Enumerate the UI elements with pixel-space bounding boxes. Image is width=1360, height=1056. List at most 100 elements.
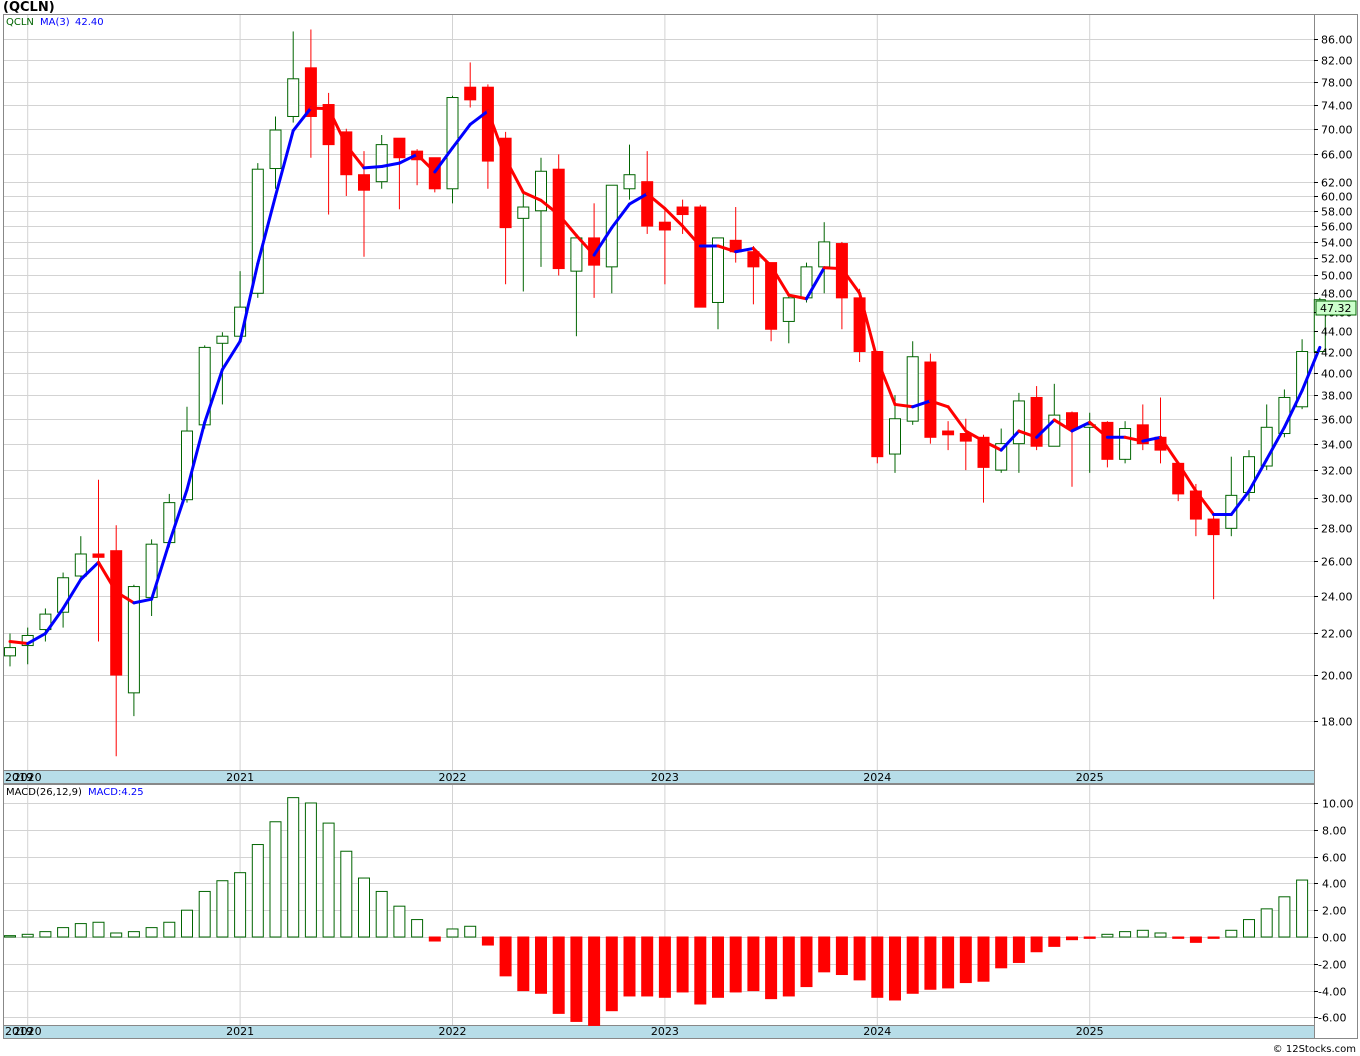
macd-bar-negative xyxy=(942,936,955,989)
macd-bar-positive xyxy=(411,919,424,938)
candle-body-down xyxy=(641,181,654,227)
candle-body-up xyxy=(570,237,583,272)
macd-bar-positive xyxy=(4,935,16,938)
macd-legend-name: MACD(26,12,9) xyxy=(6,787,82,798)
macd-bar-negative xyxy=(570,936,583,1022)
price-legend-ma-value: 42.40 xyxy=(75,17,104,28)
candle-body-up xyxy=(375,144,388,183)
x-tick-label: 2022 xyxy=(439,1025,467,1038)
macd-y-tick-label: 6.00 xyxy=(1322,852,1347,865)
y-tick-label: 58.00 xyxy=(1321,206,1353,219)
macd-bar-negative xyxy=(747,936,760,992)
ma-segment-falling xyxy=(8,639,30,646)
macd-bar-negative xyxy=(1030,936,1043,953)
ma-segment-falling xyxy=(309,106,331,111)
x-tick-label: 2024 xyxy=(863,1025,891,1038)
macd-bar-positive xyxy=(446,928,459,938)
y-tick-label: 54.00 xyxy=(1321,237,1353,250)
candle-body-up xyxy=(889,418,901,455)
macd-y-tick-label: -4.00 xyxy=(1318,986,1346,999)
macd-bar-positive xyxy=(1296,879,1309,938)
candle-body-up xyxy=(906,356,919,422)
macd-bar-negative xyxy=(818,936,831,973)
ma-segment-rising xyxy=(362,164,384,170)
candle-body-down xyxy=(358,174,370,191)
macd-bar-positive xyxy=(375,890,388,938)
macd-bar-positive xyxy=(358,877,370,938)
macd-bar-positive xyxy=(110,932,123,938)
candle-body-up xyxy=(782,297,795,322)
macd-bar-negative xyxy=(1207,936,1220,939)
y-tick-label: 44.00 xyxy=(1321,326,1353,339)
macd-bar-negative xyxy=(977,936,990,982)
macd-bar-negative xyxy=(658,936,671,998)
candle-body-up xyxy=(4,647,16,657)
y-tick-label: 50.00 xyxy=(1321,270,1353,283)
macd-bar-negative xyxy=(1083,936,1096,939)
y-tick-label: 24.00 xyxy=(1321,591,1353,604)
macd-bar-positive xyxy=(39,931,52,938)
macd-bar-negative xyxy=(765,936,778,1000)
macd-bar-negative xyxy=(588,936,601,1026)
macd-bar-negative xyxy=(800,936,813,988)
macd-bar-positive xyxy=(1225,929,1238,938)
macd-bar-positive xyxy=(287,797,300,938)
y-tick-label: 66.00 xyxy=(1321,149,1353,162)
macd-bar-negative xyxy=(1189,936,1202,943)
candle-body-up xyxy=(287,78,300,117)
macd-bar-positive xyxy=(464,925,477,938)
candle-body-down xyxy=(393,137,406,159)
macd-bar-positive xyxy=(1101,933,1114,938)
macd-y-tick-label: 4.00 xyxy=(1322,878,1347,891)
candle-body-up xyxy=(1119,428,1132,460)
y-tick-label: 36.00 xyxy=(1321,414,1353,427)
candle-body-up xyxy=(216,335,229,344)
y-tick-label: 22.00 xyxy=(1321,628,1353,641)
candle xyxy=(924,353,937,444)
macd-y-tick-label: 8.00 xyxy=(1322,825,1347,838)
macd-bar-negative xyxy=(853,936,866,981)
macd-legend-value: MACD:4.25 xyxy=(88,787,144,798)
macd-bar-positive xyxy=(304,802,317,938)
macd-bar-positive xyxy=(393,905,406,938)
x-tick-label: 2023 xyxy=(651,771,679,784)
macd-y-tick-label: 0.00 xyxy=(1322,932,1347,945)
x-tick-label: 2021 xyxy=(226,771,254,784)
y-tick-label: 32.00 xyxy=(1321,465,1353,478)
macd-bar-positive xyxy=(1278,896,1291,938)
macd-bar-negative xyxy=(835,936,848,976)
y-tick-label: 52.00 xyxy=(1321,253,1353,266)
macd-bar-positive xyxy=(1119,931,1132,938)
macd-bar-positive xyxy=(340,850,353,938)
y-tick-label: 30.00 xyxy=(1321,493,1353,506)
macd-bar-negative xyxy=(694,936,707,1005)
macd-bar-negative xyxy=(535,936,547,994)
candle-body-down xyxy=(1207,518,1220,536)
macd-bar-negative xyxy=(605,936,618,1012)
chart-root: 2019201920202020202120212022202220232023… xyxy=(3,0,1358,1055)
macd-bar-positive xyxy=(322,822,335,938)
ma-segment-falling xyxy=(822,266,844,271)
macd-bar-negative xyxy=(782,936,795,997)
watermark: © 12Stocks.com xyxy=(1273,1044,1356,1055)
y-tick-label: 74.00 xyxy=(1321,100,1353,113)
candle-body-up xyxy=(623,174,636,190)
macd-y-tick-label: -6.00 xyxy=(1318,1012,1346,1025)
candle xyxy=(853,288,866,363)
y-tick-label: 48.00 xyxy=(1321,288,1353,301)
macd-bar-negative xyxy=(995,936,1008,969)
candle xyxy=(198,345,211,429)
x-tick-label: 2025 xyxy=(1076,1025,1104,1038)
candle-body-up xyxy=(163,502,176,544)
macd-bar-negative xyxy=(641,936,654,997)
macd-bar-positive xyxy=(198,890,211,938)
candle-body-up xyxy=(517,206,530,219)
x-tick-label: 2024 xyxy=(863,771,891,784)
macd-bar-positive xyxy=(127,931,140,938)
x-tick-label: 2020 xyxy=(14,771,42,784)
macd-bar-negative xyxy=(499,936,512,977)
y-tick-label: 38.00 xyxy=(1321,390,1353,403)
candle-body-down xyxy=(676,206,689,216)
candle-body-up xyxy=(818,241,831,268)
macd-bar-positive xyxy=(145,927,158,938)
